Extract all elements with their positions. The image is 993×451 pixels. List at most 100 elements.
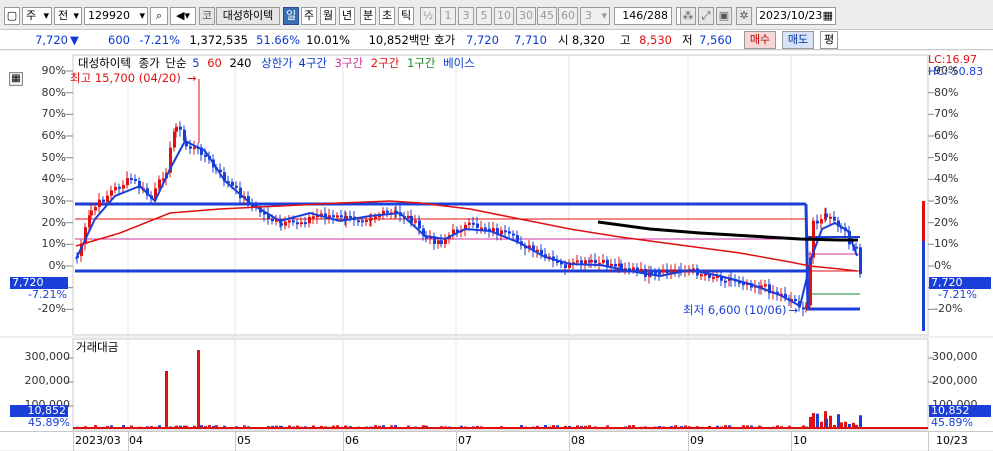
period-year-button[interactable]: 년	[339, 7, 355, 25]
legend-ma5: 5	[192, 56, 200, 70]
interval-45-button[interactable]: 45	[537, 7, 557, 25]
prev-select[interactable]: 전 ▾	[54, 7, 82, 25]
candle-body	[288, 220, 291, 223]
date-input[interactable]: 2023/10/23 ▦	[756, 7, 836, 25]
volume-pane-title: 거래대금	[76, 340, 119, 354]
search-icon[interactable]: ⌕	[150, 7, 168, 25]
time-axis-label: 10	[793, 434, 807, 447]
candle-body	[280, 223, 283, 226]
candle-body	[271, 219, 274, 222]
trend-line-icon[interactable]: ⤢	[698, 7, 714, 25]
interval-30-button[interactable]: 30	[516, 7, 536, 25]
candle-body	[90, 210, 93, 216]
volume-axis-label: 300,000	[24, 350, 71, 363]
interval-5-button[interactable]: 5	[476, 7, 492, 25]
period-week-button[interactable]: 주	[301, 7, 317, 25]
price-axis-label: 50%	[934, 150, 959, 164]
bid-price: 7,710	[514, 33, 547, 47]
chevron-down-icon: ▾	[43, 9, 49, 22]
volume-bar	[812, 413, 815, 429]
interval-1-button[interactable]: 1	[440, 7, 456, 25]
candle-body	[126, 178, 129, 186]
crosshair-icon[interactable]: ⁂	[680, 7, 696, 25]
stock-code-input[interactable]: 129920 ▾	[84, 7, 148, 25]
candle-body	[508, 231, 511, 234]
max-price-annotation: 최고 15,700 (04/20) →	[70, 70, 196, 86]
candle-body	[640, 268, 643, 271]
volume-pane[interactable]: 거래대금 300,000 200,000 100,000 300,000 200…	[0, 338, 993, 431]
save-icon[interactable]: ▣	[716, 7, 732, 25]
candle-body	[114, 186, 117, 191]
candle-body	[484, 227, 487, 230]
candle-body	[468, 222, 471, 225]
interval-select[interactable]: 3 ▾	[580, 7, 610, 25]
period-month-button[interactable]: 월	[320, 7, 336, 25]
candle-body	[829, 216, 832, 219]
candle-body	[437, 240, 440, 244]
trade-amount: 10,852백만	[368, 33, 430, 47]
volume-axis-label: 300,000	[932, 350, 978, 363]
stock-name: 대성하이텍	[216, 7, 280, 25]
volume-pct-tag-right: 45.89%	[929, 416, 975, 429]
interval-10-button[interactable]: 10	[494, 7, 514, 25]
page-counter: 146/288	[614, 7, 672, 25]
period-second-button[interactable]: 초	[379, 7, 395, 25]
ask-price: 7,720	[466, 33, 499, 47]
candle-body	[859, 247, 862, 275]
legend-zone4: 4구간	[298, 56, 327, 70]
price-axis-label: 40%	[934, 172, 959, 186]
price-axis-label: 60%	[934, 129, 959, 142]
price-chart-canvas	[0, 51, 993, 336]
buy-button[interactable]: 매수	[744, 31, 776, 49]
current-price: 7,720	[35, 33, 68, 47]
toolbar: ▢ 주 ▾ 전 ▾ 129920 ▾ ⌕ ◀▾ 코 대성하이텍 일 주 월 년 분 초…	[0, 0, 993, 30]
sell-button[interactable]: 매도	[782, 31, 814, 49]
price-chart-pane[interactable]: ▦ 대성하이텍 종가 단순 5 60 240 상한가 4구간 3구간 2구간 1…	[0, 51, 993, 336]
time-axis-label: 08	[571, 434, 585, 447]
current-pct-tag-right: -7.21%	[936, 288, 979, 301]
volume-bar	[165, 371, 168, 429]
volume-ratio: 51.66%	[256, 33, 300, 47]
volume-pct-tag-left: 45.89%	[26, 416, 72, 429]
max-price-text: 최고 15,700 (04/20)	[70, 71, 181, 85]
price-axis-label: 20%	[934, 215, 959, 229]
price-axis-label: 90%	[41, 64, 66, 77]
market-badge[interactable]: 코	[199, 7, 215, 25]
candle-body	[674, 269, 677, 272]
half-button[interactable]: ½	[420, 7, 436, 25]
volume-value: 1,372,535	[189, 33, 248, 47]
candle-body	[407, 215, 410, 219]
candle-body	[500, 230, 503, 235]
period-minute-button[interactable]: 분	[360, 7, 376, 25]
candle-body	[130, 178, 133, 181]
legend-zone1: 1구간	[406, 56, 436, 70]
chevron-down-icon: ▾	[601, 9, 607, 22]
volume-bar	[197, 350, 200, 429]
calendar-icon[interactable]: ▦	[823, 8, 833, 24]
candle-body	[418, 220, 421, 229]
candle-body	[658, 272, 661, 275]
eval-button[interactable]: 평	[820, 31, 838, 49]
quote-bar: 7,720 ▼ 600 -7.21% 1,372,535 51.66% 10.0…	[0, 30, 993, 50]
chart-type-icon[interactable]: ▢	[4, 7, 20, 25]
min-price-annotation: 최저 6,600 (10/06) →	[683, 302, 798, 318]
period-day-button[interactable]: 일	[283, 7, 299, 25]
period-select[interactable]: 주 ▾	[22, 7, 52, 25]
price-change-pct: -7.21%	[139, 33, 180, 47]
legend-ma60: 60	[207, 56, 222, 70]
candle-body	[284, 221, 287, 226]
interval-3-button[interactable]: 3	[458, 7, 474, 25]
interval-60-button[interactable]: 60	[558, 7, 578, 25]
gear-icon[interactable]: ✲	[736, 7, 752, 25]
candle-body	[594, 259, 597, 264]
period-tick-button[interactable]: 틱	[398, 7, 414, 25]
candle-body	[110, 190, 113, 196]
candle-body	[361, 220, 364, 223]
candle-body	[365, 220, 368, 223]
legend: 대성하이텍 종가 단순 5 60 240 상한가 4구간 3구간 2구간 1구간…	[78, 55, 475, 71]
candle-body	[122, 185, 125, 189]
stock-code-value: 129920	[88, 9, 130, 22]
price-change: 600	[108, 33, 130, 47]
speaker-icon[interactable]: ◀▾	[170, 7, 196, 25]
open-label: 시	[558, 33, 569, 47]
